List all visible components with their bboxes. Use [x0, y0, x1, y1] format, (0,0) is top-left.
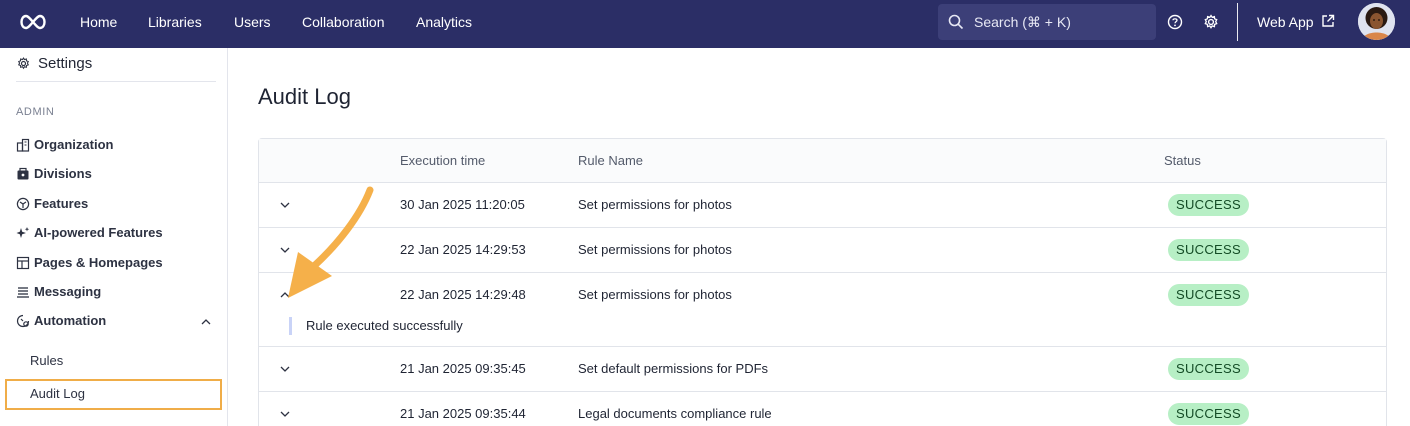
table-header: Execution time Rule Name Status — [259, 139, 1386, 183]
audit-log-table: Execution time Rule Name Status 30 Jan 2… — [258, 138, 1387, 426]
table-row[interactable]: 30 Jan 2025 11:20:05 Set permissions for… — [259, 183, 1386, 228]
external-link-icon[interactable] — [1321, 14, 1335, 28]
status-badge: SUCCESS — [1168, 194, 1249, 216]
gear-icon[interactable] — [1202, 13, 1220, 31]
settings-title: Settings — [38, 55, 93, 72]
avatar[interactable] — [1358, 3, 1395, 40]
nav-collaboration[interactable]: Collaboration — [302, 0, 385, 44]
row-detail-message: Rule executed successfully — [289, 317, 463, 335]
sidebar-item-label: Messaging — [34, 284, 102, 299]
status-badge: SUCCESS — [1168, 284, 1249, 306]
column-rule-name[interactable]: Rule Name — [578, 139, 643, 183]
sidebar-subitem-rules[interactable]: Rules — [30, 351, 63, 371]
sidebar-item-label: Organization — [34, 137, 114, 152]
help-icon[interactable] — [1166, 13, 1184, 31]
sidebar-subitem-audit-log[interactable]: Audit Log — [30, 384, 85, 404]
table-row[interactable]: 22 Jan 2025 14:29:53 Set permissions for… — [259, 228, 1386, 273]
nav-users[interactable]: Users — [234, 0, 271, 44]
sidebar-item-features[interactable]: Features — [16, 194, 88, 214]
rule-name: Set default permissions for PDFs — [578, 361, 769, 376]
pages-icon — [16, 256, 30, 270]
gear-icon — [17, 57, 30, 70]
status-badge: SUCCESS — [1168, 358, 1249, 380]
page-title: Audit Log — [258, 84, 351, 109]
column-execution-time[interactable]: Execution time — [400, 139, 485, 183]
execution-time: 21 Jan 2025 09:35:45 — [400, 361, 526, 376]
column-status[interactable]: Status — [1164, 139, 1201, 183]
search-input[interactable]: Search (⌘ + K) — [938, 4, 1156, 40]
infinity-logo-icon[interactable] — [18, 12, 48, 32]
features-icon — [16, 197, 30, 211]
rule-name: Set permissions for photos — [578, 197, 732, 212]
table-row-expanded[interactable]: 22 Jan 2025 14:29:48 Set permissions for… — [259, 273, 1386, 347]
nav-libraries[interactable]: Libraries — [148, 0, 202, 44]
status-badge: SUCCESS — [1168, 403, 1249, 425]
execution-time: 21 Jan 2025 09:35:44 — [400, 406, 526, 421]
execution-time: 30 Jan 2025 11:20:05 — [400, 197, 525, 212]
rule-name: Set permissions for photos — [578, 287, 732, 302]
sidebar-item-automation[interactable]: Automation — [16, 311, 106, 331]
rule-name: Legal documents compliance rule — [578, 406, 772, 421]
nav-analytics[interactable]: Analytics — [416, 0, 472, 44]
sidebar-item-pages[interactable]: Pages & Homepages — [16, 253, 163, 273]
execution-time: 22 Jan 2025 14:29:53 — [400, 242, 526, 257]
sidebar-item-ai-features[interactable]: AI-powered Features — [16, 223, 163, 243]
sparkle-icon — [16, 227, 30, 238]
building-icon — [16, 138, 30, 152]
chevron-down-icon[interactable] — [279, 363, 291, 375]
settings-header: Settings — [16, 52, 92, 76]
status-badge: SUCCESS — [1168, 239, 1249, 261]
chevron-up-icon[interactable] — [200, 316, 212, 328]
sidebar-item-label: Features — [34, 196, 89, 211]
sidebar-item-messaging[interactable]: Messaging — [16, 282, 101, 302]
settings-sidebar: Settings ADMIN Organization Divisions Fe… — [0, 48, 228, 426]
sidebar-item-label: Divisions — [34, 166, 92, 181]
execution-time: 22 Jan 2025 14:29:48 — [400, 287, 526, 302]
table-row[interactable]: 21 Jan 2025 09:35:45 Set default permiss… — [259, 347, 1386, 392]
sidebar-item-label: AI-powered Features — [34, 225, 163, 240]
admin-section-label: ADMIN — [16, 106, 55, 118]
sidebar-item-organization[interactable]: Organization — [16, 135, 113, 155]
annotation-arrow — [288, 186, 374, 298]
nav-home[interactable]: Home — [80, 0, 117, 44]
web-app-link[interactable]: Web App — [1257, 0, 1314, 44]
top-navigation-bar: Home Libraries Users Collaboration Analy… — [0, 0, 1410, 48]
search-placeholder: Search (⌘ + K) — [974, 14, 1071, 30]
search-icon — [948, 14, 964, 30]
sidebar-item-label: Automation — [34, 313, 107, 328]
sidebar-item-label: Pages & Homepages — [34, 255, 163, 270]
automation-icon — [16, 314, 30, 328]
divisions-icon — [17, 167, 29, 180]
table-row[interactable]: 21 Jan 2025 09:35:44 Legal documents com… — [259, 392, 1386, 426]
sidebar-item-divisions[interactable]: Divisions — [16, 164, 92, 184]
topbar-divider — [1237, 3, 1238, 41]
rule-name: Set permissions for photos — [578, 242, 732, 257]
messaging-icon — [17, 287, 29, 298]
sidebar-divider — [16, 81, 216, 82]
chevron-down-icon[interactable] — [279, 408, 291, 420]
